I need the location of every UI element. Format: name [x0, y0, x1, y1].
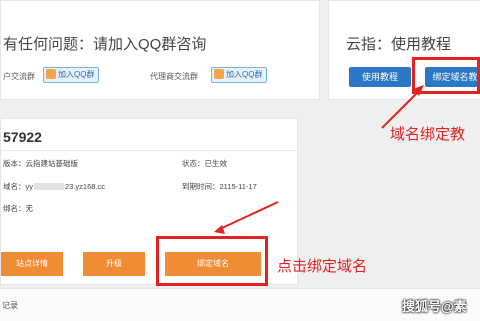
site-id: 57922 — [3, 129, 42, 145]
domain-info: 域名：yy 23.yz168.cc — [3, 182, 106, 191]
annotation-click-bind: 点击绑定域名 — [277, 258, 368, 275]
records-link[interactable]: 记录 — [2, 300, 18, 311]
watermark: 搜狐号@素 — [402, 299, 467, 314]
version-info: 版本：云指建站基础版 — [3, 159, 78, 168]
upgrade-button[interactable]: 升级 — [83, 252, 145, 276]
agent-group-label: 代理商交流群 — [150, 72, 198, 81]
annotation-bind-tutorial: 域名绑定教 — [390, 126, 466, 143]
expire-info: 到期时间：2115-11-17 — [182, 182, 257, 191]
bind-domain-button[interactable]: 绑定域名 — [165, 252, 261, 276]
blurred-text — [34, 183, 64, 190]
qq-icon — [214, 69, 224, 79]
tutorial-button[interactable]: 使用教程 — [349, 67, 411, 87]
join-qq-group-button-2[interactable]: 加入QQ群 — [211, 67, 268, 83]
user-group-label: 户交流群 — [3, 72, 35, 81]
tutorial-panel: 云指：使用教程 使用教程 绑定域名教 — [328, 0, 480, 100]
bind-domain-tutorial-button[interactable]: 绑定域名教 — [425, 67, 480, 87]
qq-icon — [46, 69, 56, 79]
site-info-panel: 57922 版本：云指建站基础版 状态：已生效 域名：yy 23.yz168.cc… — [0, 118, 298, 285]
qq-consult-panel: 有任何问题：请加入QQ群咨询 户交流群 加入QQ群 代理商交流群 加入QQ群 — [0, 0, 320, 100]
tutorial-title: 云指：使用教程 — [346, 36, 452, 53]
bound-domain-info: 绑名：无 — [3, 204, 33, 213]
status-info: 状态：已生效 — [182, 159, 227, 168]
consult-title: 有任何问题：请加入QQ群咨询 — [3, 36, 207, 53]
site-details-button[interactable]: 站点详情 — [1, 252, 63, 276]
join-qq-group-button-1[interactable]: 加入QQ群 — [43, 67, 100, 83]
divider — [1, 150, 297, 151]
